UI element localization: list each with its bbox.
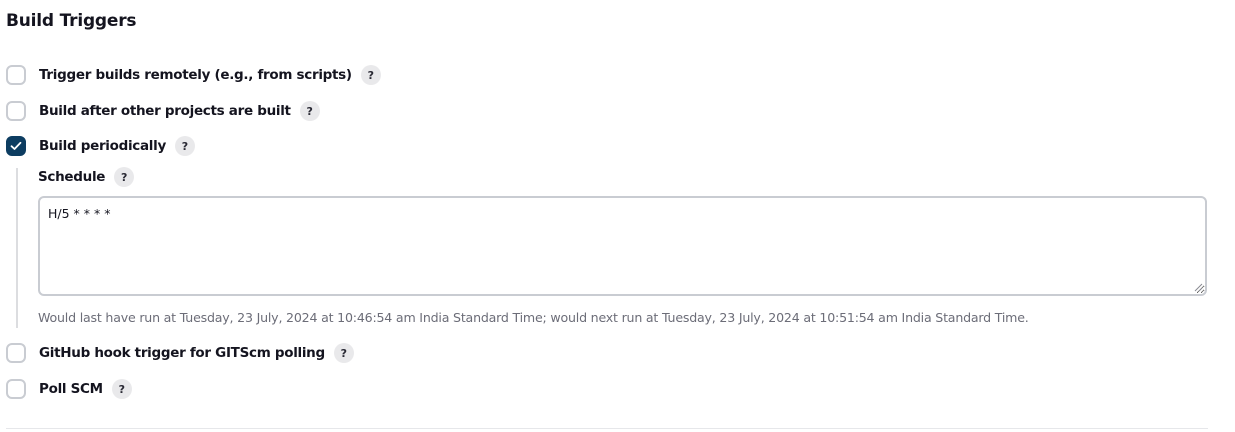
github-hook-checkbox[interactable] xyxy=(6,343,26,363)
trigger-remote-label[interactable]: Trigger builds remotely (e.g., from scri… xyxy=(39,67,352,83)
poll-scm-checkbox[interactable] xyxy=(6,379,26,399)
github-hook-label[interactable]: GitHub hook trigger for GITScm polling xyxy=(39,345,325,361)
section-title: Build Triggers xyxy=(6,11,137,31)
poll-scm-label[interactable]: Poll SCM xyxy=(39,381,103,397)
build-after-row: Build after other projects are built ? xyxy=(6,100,320,122)
github-hook-row: GitHub hook trigger for GITScm polling ? xyxy=(6,342,354,364)
nested-section-rule xyxy=(16,168,18,328)
build-after-checkbox[interactable] xyxy=(6,101,26,121)
build-periodically-checkbox[interactable] xyxy=(6,136,26,156)
schedule-textarea[interactable] xyxy=(38,196,1207,296)
trigger-remote-row: Trigger builds remotely (e.g., from scri… xyxy=(6,64,381,86)
poll-scm-row: Poll SCM ? xyxy=(6,378,132,400)
check-icon xyxy=(10,141,22,150)
schedule-label: Schedule xyxy=(38,169,106,185)
trigger-remote-checkbox[interactable] xyxy=(6,65,26,85)
build-periodically-help-icon[interactable]: ? xyxy=(174,136,195,156)
schedule-label-row: Schedule ? xyxy=(38,166,135,188)
trigger-remote-help-icon[interactable]: ? xyxy=(360,65,381,85)
poll-scm-help-icon[interactable]: ? xyxy=(111,379,132,399)
build-periodically-row: Build periodically ? xyxy=(6,135,195,157)
build-after-help-icon[interactable]: ? xyxy=(299,101,320,121)
schedule-help-icon[interactable]: ? xyxy=(114,167,135,187)
build-after-label[interactable]: Build after other projects are built xyxy=(39,103,291,119)
build-periodically-label[interactable]: Build periodically xyxy=(39,138,166,154)
github-hook-help-icon[interactable]: ? xyxy=(333,343,354,363)
schedule-hint: Would last have run at Tuesday, 23 July,… xyxy=(38,310,1029,325)
resize-grip-icon[interactable] xyxy=(1193,282,1203,292)
section-divider xyxy=(6,428,1208,429)
